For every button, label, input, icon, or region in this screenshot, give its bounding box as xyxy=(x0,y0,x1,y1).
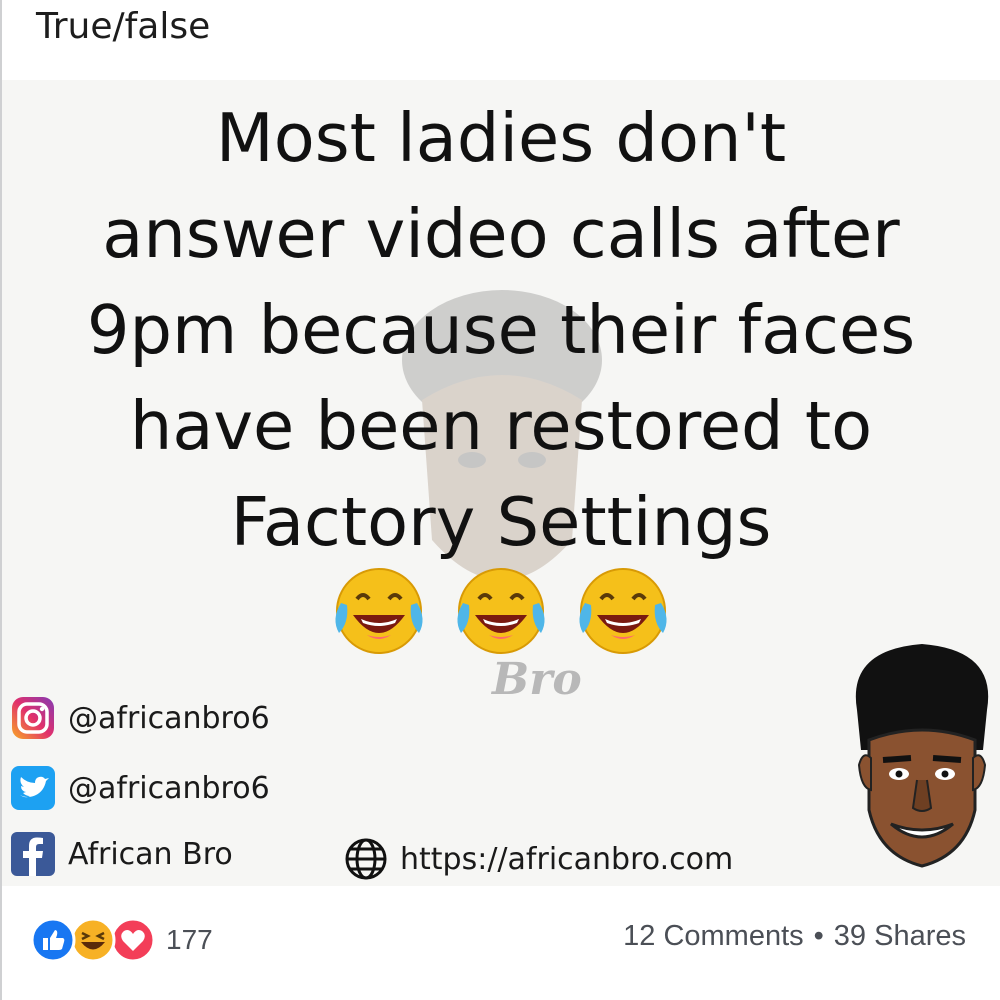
instagram-icon xyxy=(12,697,54,739)
website-link: https://africanbro.com xyxy=(342,835,733,883)
twitter-icon xyxy=(11,766,55,810)
meme-line: Factory Settings xyxy=(230,483,772,561)
globe-icon xyxy=(345,838,387,880)
instagram-handle-text: @africanbro6 xyxy=(68,700,270,736)
twitter-handle-text: @africanbro6 xyxy=(68,770,270,806)
post-caption: True/false xyxy=(36,6,211,47)
shares-link[interactable]: 39 Shares xyxy=(834,920,966,952)
facebook-handle: African Bro xyxy=(8,829,233,879)
love-icon xyxy=(110,917,156,963)
laughing-crying-emoji-icon xyxy=(335,568,423,654)
facebook-icon xyxy=(11,832,55,876)
laughing-crying-emoji-icon xyxy=(457,568,545,654)
haha-icon xyxy=(70,917,116,963)
meme-text: Most ladies don't answer video calls aft… xyxy=(2,90,1000,570)
reactions-summary[interactable]: 177 xyxy=(30,917,213,963)
website-text: https://africanbro.com xyxy=(400,841,734,877)
meme-line: 9pm because their faces xyxy=(86,291,916,369)
meme-line: answer video calls after xyxy=(102,195,900,273)
facebook-handle-text: African Bro xyxy=(68,836,233,872)
meme-line: Most ladies don't xyxy=(215,99,787,177)
post-stats: 12 Comments • 39 Shares xyxy=(623,920,966,953)
reaction-count: 177 xyxy=(166,924,213,955)
like-icon xyxy=(30,917,76,963)
instagram-handle: @africanbro6 xyxy=(8,693,270,743)
stats-separator: • xyxy=(813,920,824,952)
meme-image[interactable]: Bro Most ladies don't answer video calls… xyxy=(2,80,1000,886)
emoji-row xyxy=(327,563,687,663)
african-bro-avatar xyxy=(855,644,989,868)
twitter-handle: @africanbro6 xyxy=(8,763,270,813)
meme-line: have been restored to xyxy=(129,387,873,465)
laughing-crying-emoji-icon xyxy=(579,568,667,654)
comments-link[interactable]: 12 Comments xyxy=(623,920,804,952)
